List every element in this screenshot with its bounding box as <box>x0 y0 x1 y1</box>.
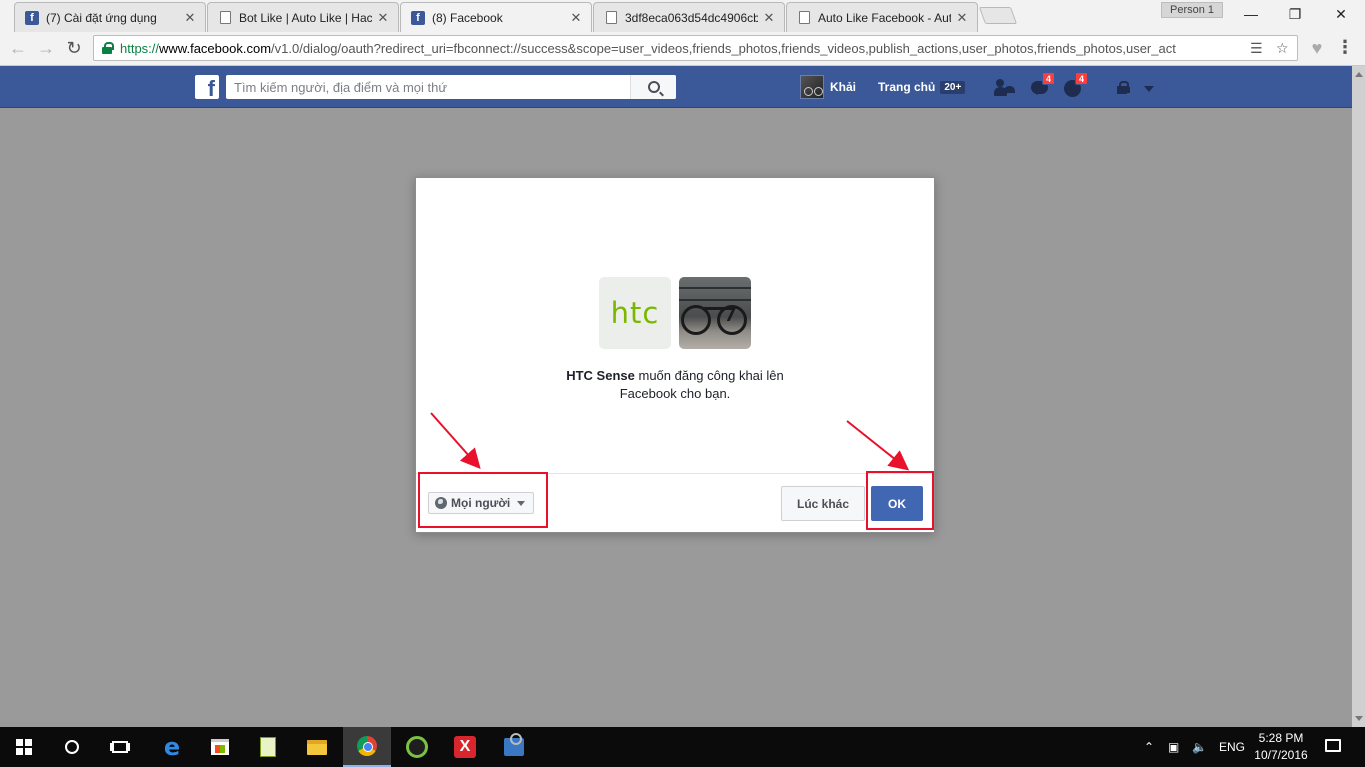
secure-lock-icon <box>102 42 114 54</box>
htc-app-logo: htc <box>599 277 671 349</box>
show-hidden-icons-icon[interactable]: ⌃ <box>1144 727 1154 767</box>
facebook-logo-icon[interactable]: f <box>195 75 219 99</box>
tab-cai-dat-ung-dung[interactable]: f (7) Cài đặt ứng dụng ✕ <box>14 2 206 32</box>
document-favicon-icon <box>218 11 232 25</box>
avatar <box>800 75 824 99</box>
tab-close-icon[interactable]: ✕ <box>762 10 776 26</box>
privacy-shortcuts-icon[interactable] <box>1117 81 1131 95</box>
home-link[interactable]: Trang chủ 20+ <box>878 80 966 94</box>
windows-start-icon[interactable] <box>0 727 48 767</box>
tab-facebook-active[interactable]: f (8) Facebook ✕ <box>400 2 592 32</box>
minimize-icon[interactable]: — <box>1228 0 1274 28</box>
chrome-menu-icon[interactable]: ⋮ <box>1336 37 1354 58</box>
url-text[interactable]: https://www.facebook.com/v1.0/dialog/oau… <box>120 41 1250 56</box>
tool-app-icon[interactable] <box>490 727 538 767</box>
tab-title: Auto Like Facebook - Aut <box>818 10 951 25</box>
system-clock[interactable]: 5:28 PM 10/7/2016 <box>1254 730 1308 764</box>
app-and-user-images: htc <box>599 277 751 349</box>
url-path: /v1.0/dialog/oauth?redirect_uri=fbconnec… <box>271 40 1176 56</box>
profile-link[interactable]: Khải <box>800 75 856 99</box>
not-now-button[interactable]: Lúc khác <box>781 486 865 521</box>
search-input[interactable] <box>226 76 630 98</box>
chrome-icon[interactable] <box>343 727 391 767</box>
facebook-search <box>226 75 676 99</box>
action-center-icon[interactable] <box>1325 739 1341 752</box>
message-text: muốn đăng công khai lên <box>638 368 784 383</box>
permission-message: HTC Sense muốn đăng công khai lên Facebo… <box>416 367 934 403</box>
store-icon[interactable] <box>196 727 244 767</box>
file-explorer-icon[interactable] <box>293 727 341 767</box>
tab-title: (7) Cài đặt ứng dụng <box>46 10 157 25</box>
highlight-box-ok <box>866 471 934 530</box>
facebook-favicon-icon: f <box>411 10 425 25</box>
task-view-icon[interactable] <box>96 727 144 767</box>
red-app-icon[interactable]: X <box>441 727 489 767</box>
tab-title: 3df8eca063d54dc4906cb <box>625 10 758 25</box>
url-host: www.facebook.com <box>159 40 272 56</box>
tab-title: (8) Facebook <box>432 10 503 25</box>
url-scheme: https:// <box>120 40 160 56</box>
messages-icon[interactable]: 4 <box>1030 72 1055 98</box>
cortana-icon[interactable] <box>48 727 96 767</box>
new-tab-button[interactable] <box>978 7 1018 24</box>
home-count-badge: 20+ <box>940 80 966 94</box>
page-scrollbar[interactable] <box>1352 66 1365 727</box>
browser-toolbar: ← → ↻ https://www.facebook.com/v1.0/dial… <box>0 32 1365 66</box>
account-menu-caret-icon[interactable] <box>1144 86 1154 97</box>
browser-tab-strip: f (7) Cài đặt ứng dụng ✕ Bot Like | Auto… <box>0 0 1365 32</box>
user-profile-photo <box>679 277 751 349</box>
restore-icon[interactable]: ❐ <box>1272 0 1318 28</box>
facebook-top-bar: f Khải Trang chủ 20+ 4 4 <box>0 66 1365 108</box>
notifications-globe-icon[interactable]: 4 <box>1063 72 1088 98</box>
reload-icon[interactable]: ↻ <box>62 36 86 60</box>
network-icon[interactable]: ▣ <box>1168 727 1179 767</box>
app-name: HTC Sense <box>566 368 635 383</box>
window-close-icon[interactable]: ✕ <box>1318 0 1364 28</box>
document-favicon-icon <box>604 11 618 25</box>
notepad-icon[interactable] <box>244 727 292 767</box>
clock-time: 5:28 PM <box>1258 731 1304 745</box>
tab-bot-like[interactable]: Bot Like | Auto Like | Hac ✕ <box>207 2 399 32</box>
volume-muted-icon[interactable]: 🔈 <box>1192 727 1207 767</box>
home-label: Trang chủ <box>878 80 936 94</box>
language-indicator[interactable]: ENG <box>1219 727 1245 767</box>
tab-auto-like-facebook[interactable]: Auto Like Facebook - Aut ✕ <box>786 2 978 32</box>
scroll-down-icon[interactable] <box>1355 716 1363 725</box>
address-bar[interactable]: https://www.facebook.com/v1.0/dialog/oau… <box>93 35 1298 61</box>
tab-title: Bot Like | Auto Like | Hac <box>239 10 372 25</box>
windows-taskbar: e X ⌃ ▣ 🔈 ENG 5:28 PM 10/7/2016 <box>0 727 1365 767</box>
facebook-favicon-icon: f <box>25 10 39 25</box>
tab-close-icon[interactable]: ✕ <box>376 10 390 26</box>
document-favicon-icon <box>797 11 811 25</box>
clock-date: 10/7/2016 <box>1254 748 1308 762</box>
friend-requests-icon[interactable] <box>994 78 1016 98</box>
edge-icon[interactable]: e <box>148 727 196 767</box>
search-icon <box>647 81 660 93</box>
messages-badge: 4 <box>1042 72 1055 85</box>
notifications-badge: 4 <box>1075 72 1088 85</box>
translate-icon[interactable]: ☰ <box>1250 40 1263 57</box>
bookmark-star-icon[interactable]: ☆ <box>1276 40 1289 57</box>
forward-arrow-icon[interactable]: → <box>34 36 58 60</box>
tab-close-icon[interactable]: ✕ <box>183 10 197 26</box>
extension-heart-icon[interactable]: ♥ <box>1305 36 1329 60</box>
tab-close-icon[interactable]: ✕ <box>955 10 969 26</box>
user-name: Khải <box>830 80 857 94</box>
tab-close-icon[interactable]: ✕ <box>569 10 583 26</box>
message-text-line2: Facebook cho bạn. <box>619 386 731 401</box>
search-button[interactable] <box>630 75 676 99</box>
highlight-box-audience <box>418 472 548 528</box>
scroll-up-icon[interactable] <box>1355 68 1363 77</box>
back-arrow-icon[interactable]: ← <box>6 36 30 60</box>
green-app-icon[interactable] <box>393 727 441 767</box>
profile-button[interactable]: Person 1 <box>1161 2 1224 18</box>
tab-hash-page[interactable]: 3df8eca063d54dc4906cb ✕ <box>593 2 785 32</box>
